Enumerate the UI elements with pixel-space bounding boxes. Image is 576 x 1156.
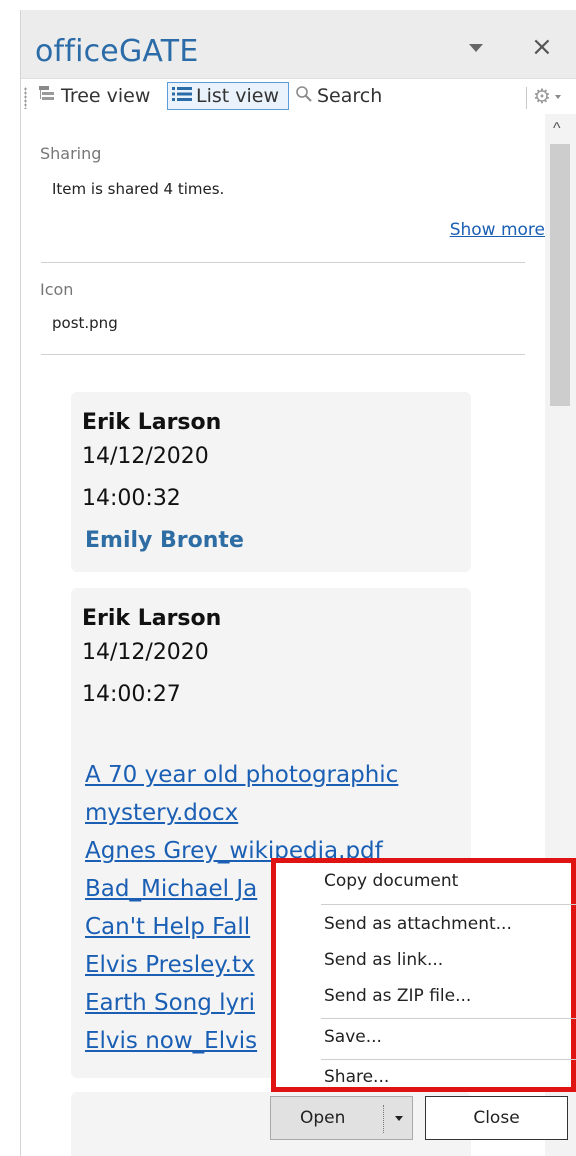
comment-author: Erik Larson <box>82 606 222 631</box>
open-button-label: Open <box>300 1108 346 1128</box>
close-button-label: Close <box>473 1108 520 1128</box>
menu-item-send-as-link[interactable]: Send as link... <box>324 950 443 970</box>
chevron-down-icon[interactable] <box>469 44 483 52</box>
divider <box>41 262 525 263</box>
close-icon[interactable]: × <box>531 34 553 60</box>
file-link[interactable]: Earth Song lyri <box>85 990 255 1016</box>
app-title: officeGATE <box>35 34 199 69</box>
mention-link[interactable]: Emily Bronte <box>85 528 244 553</box>
view-toolbar: Tree view List view Search ⚙ <box>21 78 576 115</box>
gear-dropdown-icon[interactable] <box>555 95 561 99</box>
list-view-icon <box>172 85 192 107</box>
divider <box>41 354 525 355</box>
tree-view-icon <box>39 85 57 107</box>
sharing-value: Item is shared 4 times. <box>52 180 225 198</box>
comment-date: 14/12/2020 <box>82 640 209 665</box>
close-button[interactable]: Close <box>425 1096 568 1140</box>
icon-value: post.png <box>52 314 118 332</box>
icon-label: Icon <box>40 280 74 299</box>
file-link[interactable]: Elvis Presley.tx <box>85 952 255 978</box>
comment-time: 14:00:27 <box>82 682 181 707</box>
split-divider <box>383 1105 385 1133</box>
list-view-button[interactable]: List view <box>167 82 289 110</box>
file-link[interactable]: Can't Help Fall <box>85 914 250 940</box>
chevron-down-icon[interactable] <box>395 1116 403 1121</box>
menu-item-save[interactable]: Save... <box>324 1027 382 1047</box>
menu-item-copy-document[interactable]: Copy document <box>324 871 458 891</box>
open-context-menu: Copy document Send as attachment... Send… <box>271 858 576 1092</box>
show-more-link[interactable]: Show more <box>450 220 545 240</box>
toolbar-grip[interactable] <box>24 87 27 109</box>
comment-card: Erik Larson 14/12/2020 14:00:32 Emily Br… <box>71 392 471 572</box>
menu-item-send-as-attachment[interactable]: Send as attachment... <box>324 914 512 934</box>
file-link[interactable]: Bad_Michael Ja <box>85 876 257 902</box>
menu-separator <box>321 1018 576 1019</box>
menu-separator <box>321 1059 576 1060</box>
open-split-button[interactable]: Open <box>270 1096 413 1140</box>
pane-titlebar: officeGATE × <box>21 10 576 78</box>
search-button[interactable]: Search <box>291 82 386 110</box>
list-view-label: List view <box>196 85 280 107</box>
menu-separator <box>321 904 576 905</box>
comment-author: Erik Larson <box>82 410 222 435</box>
toolbar-separator <box>526 87 527 109</box>
search-icon <box>295 85 313 108</box>
menu-item-send-as-zip[interactable]: Send as ZIP file... <box>324 986 471 1006</box>
search-label: Search <box>317 85 383 107</box>
comment-time: 14:00:32 <box>82 486 181 511</box>
file-link[interactable]: A 70 year old photographic <box>85 762 398 788</box>
file-link[interactable]: mystery.docx <box>85 800 238 826</box>
gear-icon[interactable]: ⚙ <box>533 84 551 109</box>
sharing-label: Sharing <box>40 144 102 163</box>
file-link[interactable]: Elvis now_Elvis <box>85 1028 257 1054</box>
comment-date: 14/12/2020 <box>82 444 209 469</box>
menu-item-share[interactable]: Share... <box>324 1067 389 1087</box>
tree-view-button[interactable]: Tree view <box>35 82 154 110</box>
tree-view-label: Tree view <box>61 85 151 107</box>
scroll-up-icon[interactable]: ^ <box>553 120 561 138</box>
scroll-thumb[interactable] <box>550 144 570 406</box>
